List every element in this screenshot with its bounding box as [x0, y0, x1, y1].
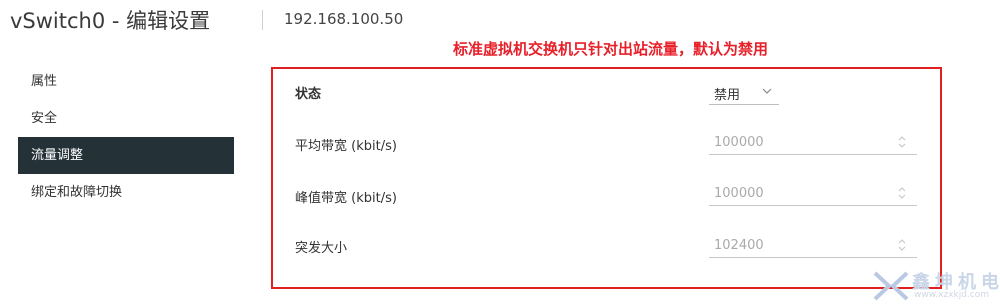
burst-size-label: 突发大小 [295, 241, 348, 256]
peak-bandwidth-label: 峰值带宽 (kbit/s) [295, 191, 397, 206]
peak-bandwidth-value: 100000 [714, 186, 764, 201]
settings-nav: 属性 安全 流量调整 绑定和故障切换 [18, 63, 234, 211]
burst-size-input[interactable]: 102400 [709, 235, 917, 258]
watermark: 鑫坤机电 www.xzxkjd.com [872, 268, 999, 304]
title-divider [262, 10, 263, 30]
spinner-icon[interactable] [897, 237, 907, 253]
status-select[interactable]: 禁用 [709, 82, 779, 105]
nav-item-teaming-failover[interactable]: 绑定和故障切换 [18, 174, 234, 211]
traffic-shaping-panel: 状态 禁用 平均带宽 (kbit/s) 100000 峰值带宽 (kbit/s)… [271, 67, 942, 289]
burst-size-value: 102400 [714, 238, 764, 253]
spinner-icon[interactable] [897, 185, 907, 201]
status-label: 状态 [295, 87, 322, 102]
status-value: 禁用 [714, 88, 741, 103]
spinner-icon[interactable] [897, 134, 907, 150]
average-bandwidth-label: 平均带宽 (kbit/s) [295, 139, 397, 154]
brand-logo-icon [873, 271, 909, 301]
watermark-url: www.xzxkjd.com [914, 290, 990, 300]
host-address: 192.168.100.50 [284, 10, 404, 28]
nav-item-security[interactable]: 安全 [18, 100, 234, 137]
nav-item-properties[interactable]: 属性 [18, 63, 234, 100]
dialog-title: vSwitch0 - 编辑设置 [10, 9, 211, 33]
average-bandwidth-input[interactable]: 100000 [709, 132, 917, 155]
chevron-down-icon [762, 88, 772, 94]
annotation-text: 标准虚拟机交换机只针对出站流量，默认为禁用 [453, 40, 769, 58]
nav-item-traffic-shaping[interactable]: 流量调整 [18, 137, 234, 174]
average-bandwidth-value: 100000 [714, 135, 764, 150]
peak-bandwidth-input[interactable]: 100000 [709, 183, 917, 206]
